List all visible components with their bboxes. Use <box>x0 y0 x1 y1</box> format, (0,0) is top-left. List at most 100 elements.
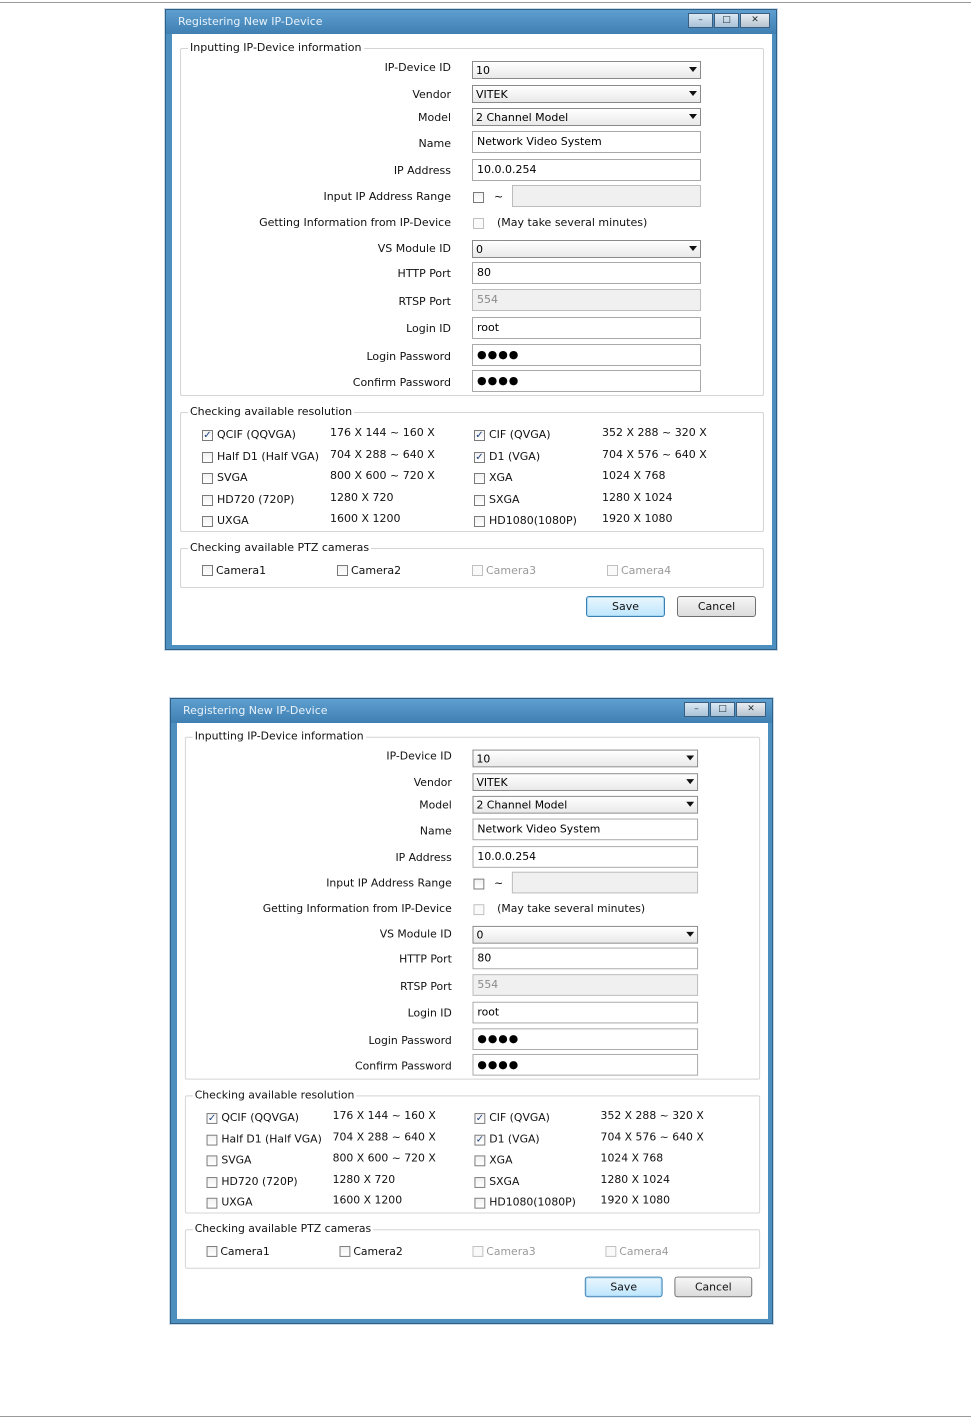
resolution-checkbox[interactable] <box>206 1134 218 1146</box>
ptz-camera-checkbox[interactable] <box>206 1246 218 1257</box>
resolution-checkbox[interactable] <box>206 1197 218 1209</box>
cancel-button[interactable]: Cancel <box>674 1276 753 1298</box>
cancel-button[interactable]: Cancel <box>677 596 756 617</box>
resolution-checkbox[interactable] <box>206 1176 218 1188</box>
http-port-input[interactable]: 80 <box>472 947 699 970</box>
resolution-range: 176 X 144 ~ 160 X <box>330 426 435 439</box>
login-password-input[interactable]: ●●●● <box>472 1028 699 1051</box>
vendor-select[interactable]: VITEK <box>472 773 699 791</box>
resolution-checkbox[interactable] <box>474 1197 486 1209</box>
confirm-password-label: Confirm Password <box>355 1059 452 1073</box>
rtsp-port-input[interactable]: 554 <box>472 974 699 996</box>
ip-range-label: Input IP Address Range <box>326 876 452 890</box>
ptz-camera-label: Camera4 <box>621 564 672 577</box>
device-id-select[interactable]: 10 <box>472 61 701 79</box>
resolution-range: 704 X 288 ~ 640 X <box>332 1130 436 1144</box>
resolution-range: 704 X 576 ~ 640 X <box>600 1130 704 1144</box>
rtsp-port-label: RTSP Port <box>400 980 452 993</box>
ptz-camera-checkbox[interactable] <box>337 565 348 576</box>
ip-range-end-input[interactable] <box>512 185 701 207</box>
resolution-checkbox[interactable] <box>474 1176 486 1188</box>
device-id-value: 10 <box>476 752 491 766</box>
chevron-down-icon <box>686 755 695 761</box>
login-password-label: Login Password <box>366 350 451 363</box>
ptz-camera-label: Camera2 <box>351 564 402 577</box>
close-button[interactable]: ✕ <box>736 702 766 717</box>
confirm-password-input[interactable]: ●●●● <box>472 370 701 392</box>
ip-range-checkbox[interactable] <box>473 192 484 203</box>
ip-address-input[interactable]: 10.0.0.254 <box>472 846 699 868</box>
resolution-name: Half D1 (Half VGA) <box>217 449 319 463</box>
device-id-select[interactable]: 10 <box>472 749 699 768</box>
login-id-input[interactable]: root <box>472 317 701 339</box>
resolution-checkbox-checked[interactable]: ✓ <box>202 430 213 441</box>
title-bar[interactable]: Registering New IP-Device – □ ✕ <box>171 699 772 723</box>
ptz-camera-checkbox <box>472 1246 484 1257</box>
resolution-name: SXGA <box>489 1174 520 1188</box>
resolution-range: 1280 X 1024 <box>602 490 673 504</box>
get-info-note: (May take several minutes) <box>497 216 648 229</box>
save-button[interactable]: Save <box>586 596 665 617</box>
http-port-label: HTTP Port <box>397 267 451 280</box>
registering-dialog-upper: Registering New IP-Device – □ ✕ Inputtin… <box>165 9 777 650</box>
vs-module-select[interactable]: 0 <box>472 240 701 258</box>
name-input[interactable]: Network Video System <box>472 818 699 841</box>
resolution-checkbox-checked[interactable]: ✓ <box>474 451 485 463</box>
ip-address-input[interactable]: 10.0.0.254 <box>472 159 701 181</box>
name-label: Name <box>418 137 451 150</box>
close-button[interactable]: ✕ <box>740 13 770 28</box>
resolution-checkbox-checked[interactable]: ✓ <box>474 430 485 441</box>
title-bar[interactable]: Registering New IP-Device – □ ✕ <box>166 10 776 34</box>
ptz-camera-checkbox[interactable] <box>202 565 213 576</box>
resolution-checkbox[interactable] <box>202 494 213 506</box>
resolution-checkbox-checked[interactable]: ✓ <box>474 1134 486 1146</box>
model-select[interactable]: 2 Channel Model <box>472 795 699 814</box>
name-input[interactable]: Network Video System <box>472 131 701 153</box>
device-info-legend: Inputting IP-Device information <box>192 729 366 743</box>
login-id-input[interactable]: root <box>472 1001 699 1024</box>
ptz-camera-label: Camera4 <box>619 1245 669 1258</box>
maximize-button[interactable]: □ <box>714 13 739 28</box>
minimize-button[interactable]: – <box>688 13 713 28</box>
resolution-range: 800 X 600 ~ 720 X <box>330 469 435 482</box>
resolution-checkbox[interactable] <box>474 1155 486 1167</box>
vendor-select[interactable]: VITEK <box>472 85 701 103</box>
registering-dialog-lower: Registering New IP-Device – □ ✕ Inputtin… <box>170 698 773 1324</box>
model-select[interactable]: 2 Channel Model <box>472 108 701 126</box>
resolution-name: SVGA <box>217 471 248 484</box>
save-button[interactable]: Save <box>584 1276 663 1298</box>
model-value: 2 Channel Model <box>476 798 568 812</box>
resolution-checkbox[interactable] <box>474 516 485 527</box>
rtsp-port-input[interactable]: 554 <box>472 289 701 311</box>
resolution-checkbox[interactable] <box>202 451 213 463</box>
resolution-checkbox[interactable] <box>474 494 485 506</box>
minimize-button[interactable]: – <box>684 702 709 717</box>
ptz-camera-checkbox[interactable] <box>339 1246 351 1257</box>
ptz-legend: Checking available PTZ cameras <box>192 1222 374 1236</box>
get-info-checkbox[interactable] <box>473 904 485 916</box>
chevron-down-icon <box>686 931 695 937</box>
get-info-checkbox[interactable] <box>473 218 484 229</box>
ip-range-end-input[interactable] <box>511 871 699 894</box>
resolution-checkbox-checked[interactable]: ✓ <box>206 1113 218 1124</box>
login-password-input[interactable]: ●●●● <box>472 344 701 366</box>
model-value: 2 Channel Model <box>476 111 569 124</box>
resolution-checkbox[interactable] <box>202 516 213 527</box>
resolution-checkbox-checked[interactable]: ✓ <box>474 1113 486 1124</box>
ip-range-checkbox[interactable] <box>473 878 485 890</box>
ip-range-separator: ~ <box>494 876 504 890</box>
vs-module-select[interactable]: 0 <box>472 925 699 944</box>
ptz-camera-label: Camera1 <box>220 1245 270 1258</box>
resolution-checkbox[interactable] <box>474 473 485 484</box>
chevron-down-icon <box>689 114 697 119</box>
resolution-checkbox[interactable] <box>202 473 213 484</box>
model-label: Model <box>419 798 452 812</box>
vs-module-label: VS Module ID <box>379 927 452 941</box>
confirm-password-input[interactable]: ●●●● <box>472 1053 699 1076</box>
vendor-value: VITEK <box>476 776 508 789</box>
maximize-button[interactable]: □ <box>710 702 735 717</box>
resolution-checkbox[interactable] <box>206 1155 218 1167</box>
chevron-down-icon <box>689 246 697 251</box>
resolution-name: CIF (QVGA) <box>489 428 551 441</box>
http-port-input[interactable]: 80 <box>472 262 701 284</box>
